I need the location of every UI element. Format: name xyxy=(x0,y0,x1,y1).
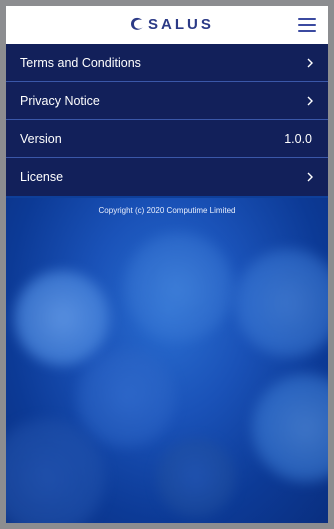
hamburger-menu-icon[interactable] xyxy=(298,16,316,34)
app-screen: SALUS Terms and Conditions Privacy Notic… xyxy=(6,6,328,523)
settings-list: Terms and Conditions Privacy Notice Vers… xyxy=(6,44,328,196)
menu-item-privacy[interactable]: Privacy Notice xyxy=(6,82,328,120)
top-bar: SALUS xyxy=(6,6,328,44)
salus-logo: SALUS xyxy=(128,15,214,35)
menu-item-terms[interactable]: Terms and Conditions xyxy=(6,44,328,82)
salus-swirl-logo-icon xyxy=(131,17,143,30)
copyright-text: Copyright (c) 2020 Computime Limited xyxy=(98,206,236,215)
menu-item-label: License xyxy=(20,170,64,184)
menu-item-license[interactable]: License xyxy=(6,158,328,196)
brand-name: SALUS xyxy=(148,16,214,33)
chevron-right-icon xyxy=(307,172,313,182)
menu-item-label: Terms and Conditions xyxy=(20,55,141,70)
chevron-right-icon xyxy=(307,58,313,68)
menu-item-label: Privacy Notice xyxy=(20,93,100,108)
bokeh-background: Copyright (c) 2020 Computime Limited xyxy=(6,198,328,523)
menu-item-version: Version 1.0.0 xyxy=(6,120,328,158)
chevron-right-icon xyxy=(307,96,313,106)
version-value: 1.0.0 xyxy=(284,131,312,146)
menu-item-label: Version xyxy=(20,131,62,146)
